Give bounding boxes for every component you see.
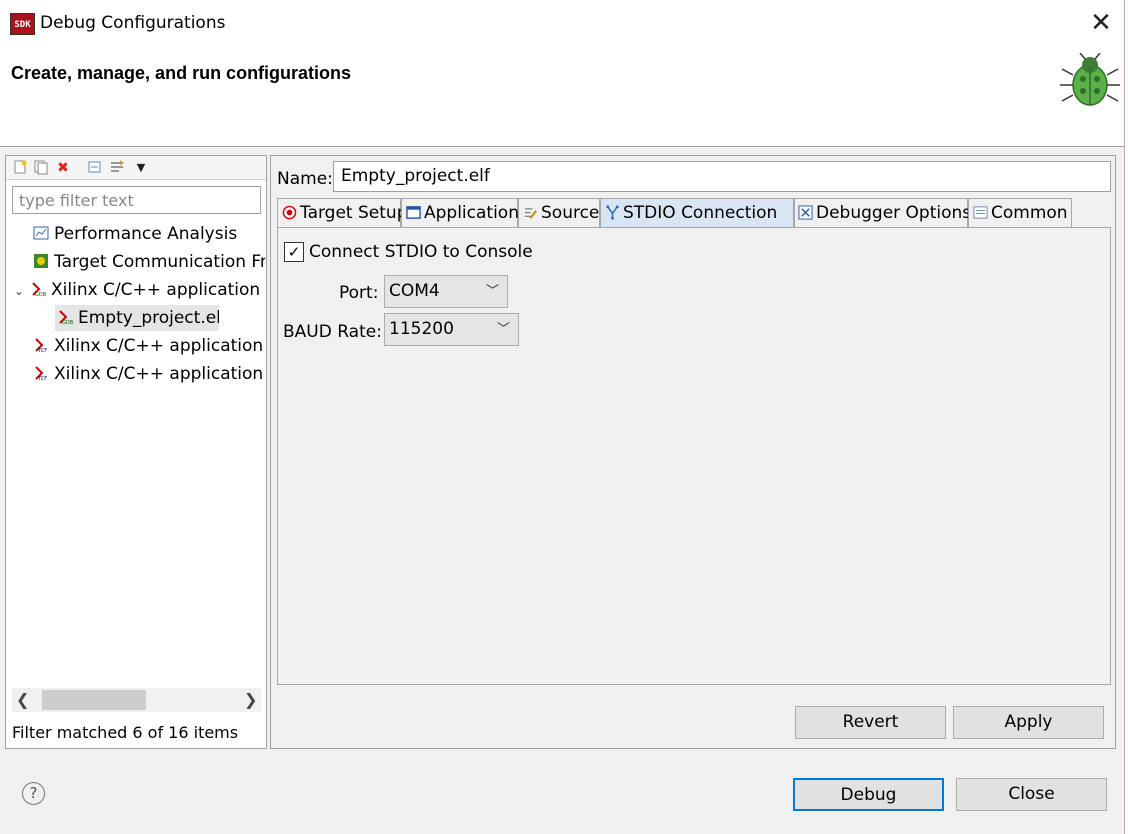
scroll-right-icon[interactable]: ❯ bbox=[244, 688, 257, 712]
help-icon[interactable]: ? bbox=[22, 782, 45, 805]
configuration-editor-panel: Name: Empty_project.elf Target Setup App… bbox=[270, 155, 1116, 749]
apply-button[interactable]: Apply bbox=[953, 706, 1104, 739]
baud-rate-label: BAUD Rate: bbox=[283, 322, 382, 342]
port-dropdown[interactable]: COM4 ﹀ bbox=[384, 275, 508, 308]
application-icon bbox=[406, 206, 421, 219]
view-menu-chevron-icon[interactable]: ▼ bbox=[132, 159, 150, 177]
filter-status-text: Filter matched 6 of 16 items bbox=[12, 723, 239, 742]
tab-common[interactable]: Common bbox=[968, 198, 1072, 228]
connection-icon bbox=[606, 205, 619, 220]
tab-source[interactable]: Source bbox=[518, 198, 600, 228]
debugger-icon bbox=[798, 205, 813, 220]
xilinx-gdb-icon: GDB bbox=[32, 282, 46, 297]
svg-text:TCF: TCF bbox=[37, 348, 47, 353]
chevron-down-icon[interactable]: ⌄ bbox=[14, 278, 30, 303]
new-configuration-icon[interactable] bbox=[11, 159, 29, 177]
common-icon bbox=[973, 206, 988, 219]
sdk-app-icon: SDK bbox=[10, 13, 35, 35]
debug-button[interactable]: Debug bbox=[793, 778, 944, 811]
window-edge bbox=[1124, 0, 1130, 834]
scroll-left-icon[interactable]: ❮ bbox=[16, 688, 29, 712]
header-banner: Create, manage, and run configurations bbox=[0, 48, 1124, 147]
tab-debugger-options[interactable]: Debugger Options bbox=[794, 198, 971, 228]
stdio-connection-page: ✓ Connect STDIO to Console Port: COM4 ﹀ … bbox=[277, 227, 1111, 685]
connect-stdio-label: Connect STDIO to Console bbox=[309, 242, 533, 262]
tab-stdio-connection[interactable]: STDIO Connection bbox=[600, 198, 794, 228]
xilinx-gdb-icon: GDB bbox=[59, 310, 73, 325]
chart-icon bbox=[33, 226, 49, 240]
tree-toolbar: ✖ ▼ bbox=[6, 156, 266, 180]
name-label: Name: bbox=[277, 169, 333, 189]
scrollbar-thumb[interactable] bbox=[42, 690, 146, 710]
filter-configurations-icon[interactable] bbox=[108, 159, 126, 177]
duplicate-icon[interactable] bbox=[32, 159, 50, 177]
window-title: Debug Configurations bbox=[40, 13, 226, 33]
xilinx-tcf-icon: TCF bbox=[35, 338, 47, 353]
delete-icon[interactable]: ✖ bbox=[54, 159, 72, 177]
bug-icon bbox=[1060, 53, 1120, 106]
tab-target-setup[interactable]: Target Setup bbox=[277, 198, 407, 228]
tree-item-target-communication[interactable]: Target Communication Fra bbox=[33, 249, 265, 275]
svg-text:GDB: GDB bbox=[35, 292, 46, 297]
baud-rate-dropdown[interactable]: 115200 ﹀ bbox=[384, 313, 519, 346]
banner-title: Create, manage, and run configurations bbox=[11, 63, 352, 83]
tree-item-empty-project[interactable]: GDB Empty_project.elf bbox=[55, 305, 219, 331]
horizontal-scrollbar[interactable]: ❮ ❯ bbox=[12, 688, 261, 712]
tree-item-xilinx-app-tcf-2[interactable]: TCF Xilinx C/C++ application (S bbox=[33, 361, 265, 387]
tcf-icon bbox=[34, 254, 48, 268]
svg-text:GDB: GDB bbox=[62, 320, 73, 325]
window-close-icon[interactable]: ✕ bbox=[1086, 8, 1116, 38]
source-icon bbox=[524, 208, 537, 219]
tree-item-performance-analysis[interactable]: Performance Analysis bbox=[33, 221, 237, 247]
revert-button[interactable]: Revert bbox=[795, 706, 946, 739]
connect-stdio-checkbox[interactable]: ✓ bbox=[284, 242, 304, 262]
filter-input[interactable] bbox=[12, 186, 261, 214]
name-field[interactable]: Empty_project.elf bbox=[333, 161, 1111, 192]
target-icon bbox=[282, 205, 297, 220]
port-label: Port: bbox=[339, 283, 379, 303]
xilinx-tcf-icon: TCF bbox=[35, 366, 47, 381]
tree-item-xilinx-app-tcf-1[interactable]: TCF Xilinx C/C++ application (S bbox=[33, 333, 265, 359]
chevron-down-icon: ﹀ bbox=[485, 284, 499, 299]
tree-item-xilinx-app-gdb[interactable]: ⌄ GDB Xilinx C/C++ application (C bbox=[14, 277, 265, 303]
chevron-down-icon: ﹀ bbox=[496, 322, 510, 337]
tab-bar: Target Setup Application Source STDIO Co… bbox=[277, 198, 1111, 228]
collapse-all-icon[interactable] bbox=[86, 159, 104, 177]
configuration-tree-panel: ✖ ▼ Performance Analysis Target Communic… bbox=[5, 155, 267, 749]
title-bar: SDK Debug Configurations ✕ bbox=[0, 0, 1124, 48]
tab-application[interactable]: Application bbox=[401, 198, 519, 228]
close-button[interactable]: Close bbox=[956, 778, 1107, 811]
svg-text:TCF: TCF bbox=[37, 376, 47, 381]
